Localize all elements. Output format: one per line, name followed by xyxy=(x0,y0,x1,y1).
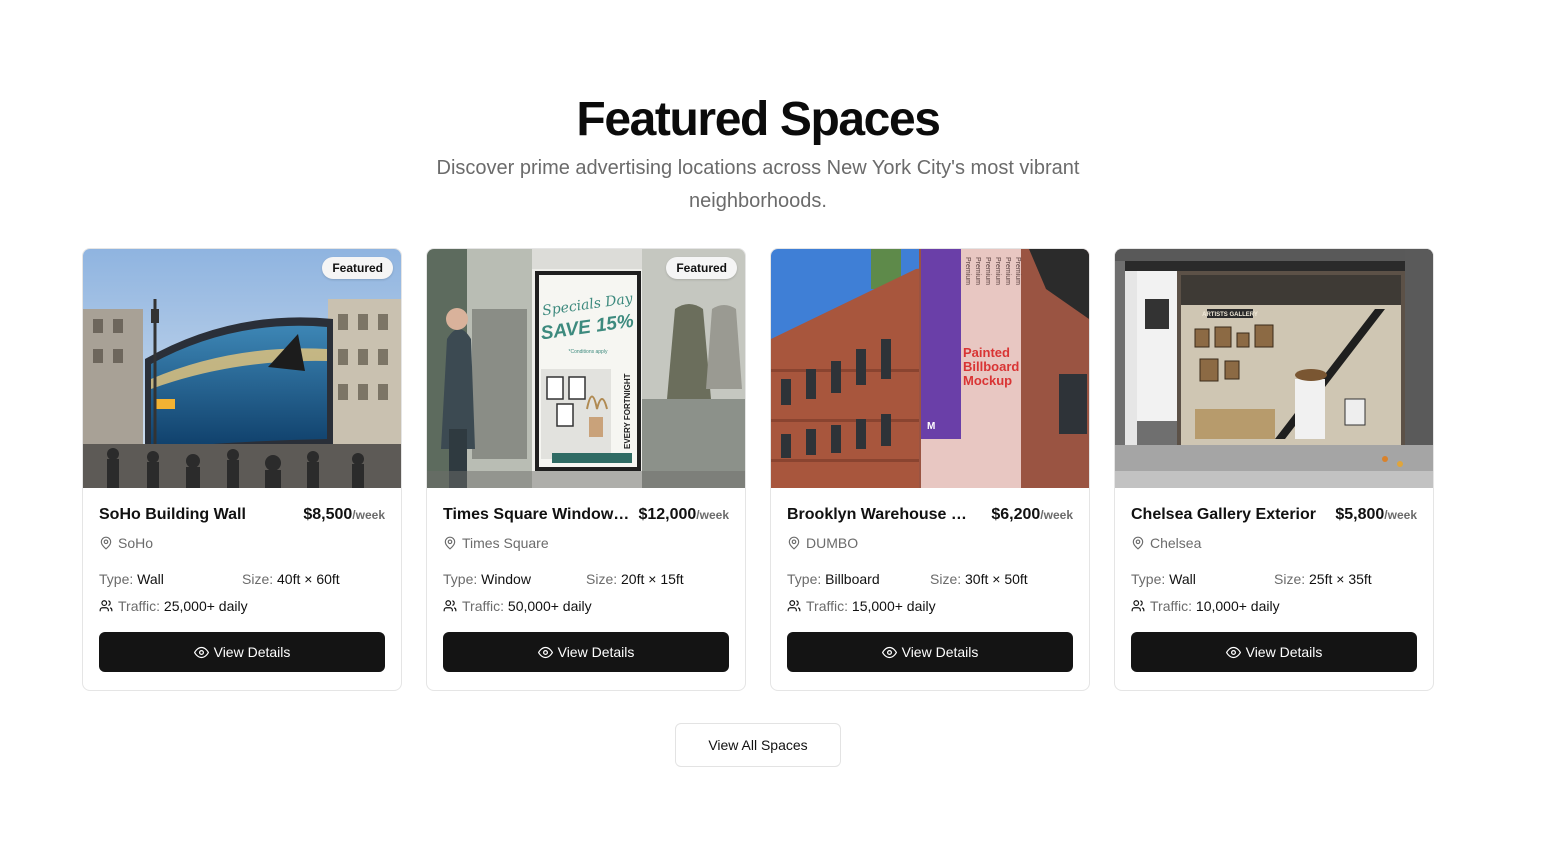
featured-badge: Featured xyxy=(666,257,737,279)
svg-text:Premium: Premium xyxy=(1004,257,1011,285)
space-size: Size: 30ft × 50ft xyxy=(930,571,1028,587)
space-card[interactable]: Specials Day SAVE 15% *Conditions apply … xyxy=(426,248,746,691)
svg-text:Mockup: Mockup xyxy=(963,373,1012,388)
eye-icon xyxy=(881,646,897,658)
location-label: SoHo xyxy=(118,535,154,551)
space-size: Size: 40ft × 60ft xyxy=(242,571,340,587)
map-pin-icon xyxy=(100,536,112,550)
space-price: $6,200/week xyxy=(991,506,1073,523)
featured-badge: Featured xyxy=(322,257,393,279)
space-location: DUMBO xyxy=(787,535,1073,551)
space-traffic: Traffic: 25,000+ daily xyxy=(99,598,385,614)
eye-icon xyxy=(537,646,553,658)
svg-text:Premium: Premium xyxy=(984,257,991,285)
svg-text:Billboard: Billboard xyxy=(963,359,1019,374)
section-title: Featured Spaces xyxy=(576,93,941,146)
space-price: $12,000/week xyxy=(638,506,729,523)
space-photo: ARTISTS GALLERY xyxy=(1115,249,1433,488)
space-size: Size: 25ft × 35ft xyxy=(1274,571,1372,587)
view-details-button[interactable]: View Details xyxy=(443,632,729,672)
location-label: DUMBO xyxy=(806,535,859,551)
space-photo: Featured xyxy=(83,249,401,488)
space-location: Times Square xyxy=(443,535,729,551)
space-traffic: Traffic: 15,000+ daily xyxy=(787,598,1073,614)
svg-text:Premium: Premium xyxy=(964,257,971,285)
users-icon xyxy=(1131,600,1145,612)
location-label: Times Square xyxy=(462,535,549,551)
section-header: Featured Spaces Discover prime advertisi… xyxy=(0,92,1516,218)
map-pin-icon xyxy=(444,536,456,550)
space-traffic: Traffic: 10,000+ daily xyxy=(1131,598,1417,614)
eye-icon xyxy=(193,646,209,658)
view-all-spaces-button[interactable]: View All Spaces xyxy=(675,723,841,767)
eye-icon xyxy=(1225,646,1241,658)
view-details-button[interactable]: View Details xyxy=(1131,632,1417,672)
space-type: Type: Wall xyxy=(1131,571,1196,587)
svg-text:ARTISTS GALLERY: ARTISTS GALLERY xyxy=(1202,312,1258,318)
space-type: Type: Billboard xyxy=(787,571,880,587)
space-name: SoHo Building Wall xyxy=(99,506,246,523)
space-photo: M Painted Billboard Mockup Premium Premi… xyxy=(771,249,1089,488)
space-type: Type: Window xyxy=(443,571,531,587)
view-details-button[interactable]: View Details xyxy=(787,632,1073,672)
map-pin-icon xyxy=(788,536,800,550)
space-name: Chelsea Gallery Exterior xyxy=(1131,506,1316,523)
space-location: Chelsea xyxy=(1131,535,1417,551)
users-icon xyxy=(787,600,801,612)
users-icon xyxy=(99,600,113,612)
space-name: Times Square Window… xyxy=(443,506,630,523)
svg-text:Premium: Premium xyxy=(974,257,981,285)
space-name: Brooklyn Warehouse Si… xyxy=(787,506,977,523)
space-card[interactable]: Featured SoHo Building Wall $8,500/week … xyxy=(82,248,402,691)
space-card[interactable]: M Painted Billboard Mockup Premium Premi… xyxy=(770,248,1090,691)
space-size: Size: 20ft × 15ft xyxy=(586,571,684,587)
space-photo: Specials Day SAVE 15% *Conditions apply … xyxy=(427,249,745,488)
users-icon xyxy=(443,600,457,612)
space-traffic: Traffic: 50,000+ daily xyxy=(443,598,729,614)
map-pin-icon xyxy=(1132,536,1144,550)
svg-text:Premium: Premium xyxy=(994,257,1001,285)
location-label: Chelsea xyxy=(1150,535,1202,551)
svg-text:*Conditions apply: *Conditions apply xyxy=(569,349,608,355)
space-card[interactable]: ARTISTS GALLERY Chelsea Gallery Exterior… xyxy=(1114,248,1434,691)
space-price: $8,500/week xyxy=(303,506,385,523)
section-subtitle: Discover prime advertising locations acr… xyxy=(436,157,1080,212)
space-price: $5,800/week xyxy=(1335,506,1417,523)
space-location: SoHo xyxy=(99,535,385,551)
svg-text:Painted: Painted xyxy=(963,345,1010,360)
svg-text:EVERY FORTNIGHT: EVERY FORTNIGHT xyxy=(623,373,632,449)
view-details-button[interactable]: View Details xyxy=(99,632,385,672)
svg-text:M: M xyxy=(927,421,935,432)
svg-text:Premium: Premium xyxy=(1014,257,1021,285)
space-type: Type: Wall xyxy=(99,571,164,587)
